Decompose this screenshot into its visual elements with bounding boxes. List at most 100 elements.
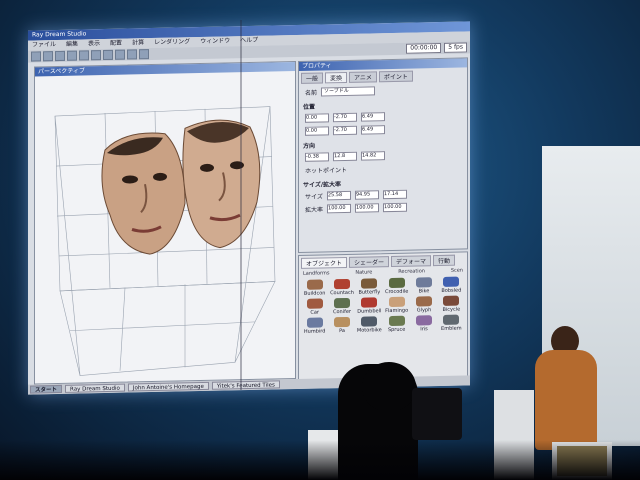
fps-field[interactable]: 5 fps	[444, 42, 467, 53]
menu-arrange[interactable]: 配置	[110, 39, 122, 49]
hotpoint-x-field[interactable]: 0.00	[305, 126, 329, 136]
yaw-field[interactable]: -0.38	[305, 152, 329, 162]
category-scenes[interactable]: Scen	[451, 268, 463, 274]
item-thumb-icon	[415, 277, 432, 288]
library-item-label: Countach	[330, 289, 354, 297]
cube-tool-icon[interactable]	[91, 50, 101, 61]
library-item[interactable]: Spruce	[384, 315, 409, 334]
library-item[interactable]: Bobsled	[439, 276, 464, 294]
scale-y-field[interactable]: 100.00	[355, 203, 380, 213]
perspective-viewport[interactable]: パースペクティブ	[34, 61, 296, 385]
size-z-field[interactable]: 17.14	[382, 189, 407, 200]
menu-help[interactable]: ヘルプ	[240, 36, 258, 46]
item-thumb-icon	[333, 316, 350, 328]
menu-calc[interactable]: 計算	[132, 38, 144, 48]
item-thumb-icon	[306, 298, 323, 309]
taskbar-item-ray-dream[interactable]: Ray Dream Studio	[65, 383, 125, 393]
library-item[interactable]: Conifer	[329, 297, 354, 316]
time-field[interactable]: 00:00:00	[406, 42, 442, 54]
hotpoint-y-field[interactable]: -2.70	[333, 125, 357, 136]
library-item[interactable]: Dumbbell	[357, 297, 382, 315]
item-thumb-icon	[415, 315, 432, 326]
tab-shaders[interactable]: シェーダー	[349, 256, 390, 268]
text-tool-icon[interactable]	[115, 49, 125, 60]
library-item[interactable]: Car	[302, 298, 327, 316]
library-item[interactable]: Butterfly	[357, 278, 382, 296]
category-landforms[interactable]: Landforms	[303, 270, 329, 277]
screen-seam	[240, 20, 242, 390]
menu-edit[interactable]: 編集	[66, 40, 78, 50]
library-item[interactable]: Humbird	[302, 317, 327, 335]
grid-line	[119, 287, 126, 371]
scale-z-field[interactable]: 100.00	[383, 202, 408, 213]
zoom-tool-icon[interactable]	[55, 50, 65, 62]
category-recreation[interactable]: Recreation	[398, 268, 425, 275]
move-tool-icon[interactable]	[67, 50, 77, 61]
pitch-field[interactable]: 12.8	[333, 151, 357, 162]
hotpoint-z-field[interactable]: 6.49	[361, 125, 385, 135]
library-grid: Buildcon Countach Butterfly Crocodile Bi…	[299, 273, 467, 338]
camera-tool-icon[interactable]	[139, 49, 149, 60]
library-item[interactable]: Bicycle	[439, 295, 464, 313]
size-x-field[interactable]: 25.58	[326, 190, 351, 201]
tab-anim[interactable]: アニメ	[349, 71, 377, 83]
menu-view[interactable]: 表示	[88, 39, 100, 49]
library-item-label: Conifer	[332, 308, 351, 316]
menu-window[interactable]: ウィンドウ	[200, 36, 230, 47]
scale-x-field[interactable]: 100.00	[327, 203, 352, 214]
tab-deformers[interactable]: デフォーマ	[391, 255, 432, 268]
item-thumb-icon	[388, 315, 405, 327]
rotate-tool-icon[interactable]	[43, 51, 53, 62]
library-item[interactable]: Crocodile	[384, 277, 409, 296]
library-item[interactable]: Iris	[411, 315, 436, 333]
item-thumb-icon	[333, 278, 350, 290]
library-item-label: Emblem	[441, 325, 462, 332]
light-tool-icon[interactable]	[127, 49, 137, 60]
position-x-field[interactable]: 0.00	[305, 113, 329, 123]
start-button[interactable]: スタート	[30, 384, 63, 394]
library-item[interactable]: Motorbike	[357, 316, 382, 334]
taskbar-item-homepage[interactable]: John Antoine's Homepage	[127, 381, 209, 392]
library-item-label: Humbird	[303, 328, 326, 335]
tab-behaviors[interactable]: 行動	[433, 254, 456, 267]
library-item[interactable]: Flamingo	[384, 296, 409, 315]
object-name-field[interactable]: ソーブドル	[321, 86, 376, 97]
tab-transform[interactable]: 変換	[325, 71, 348, 84]
library-item[interactable]: Pa	[329, 316, 354, 335]
item-thumb-icon	[361, 278, 378, 289]
item-thumb-icon	[443, 276, 460, 287]
tab-points[interactable]: ポイント	[378, 70, 413, 83]
viewport-canvas[interactable]	[35, 71, 295, 383]
category-nature[interactable]: Nature	[355, 269, 372, 275]
taskbar-item-tiles[interactable]: Yitek's Featured Tiles	[211, 380, 280, 390]
item-thumb-icon	[388, 296, 405, 308]
menu-file[interactable]: ファイル	[32, 40, 56, 51]
library-item[interactable]: Countach	[329, 278, 354, 297]
size-y-field[interactable]: 94.95	[354, 190, 379, 200]
item-thumb-icon	[361, 297, 378, 308]
position-z-field[interactable]: 6.49	[361, 112, 385, 122]
library-item-label: Buildcon	[303, 290, 326, 297]
hotpoint-label: ホットポイント	[305, 166, 348, 175]
item-thumb-icon	[415, 296, 432, 307]
roll-field[interactable]: 14.82	[361, 151, 385, 161]
select-tool-icon[interactable]	[31, 51, 41, 62]
library-item-label: Butterfly	[358, 289, 381, 296]
item-thumb-icon	[443, 314, 460, 325]
library-item[interactable]: Buildcon	[302, 279, 327, 297]
library-item[interactable]: Glyph	[411, 296, 436, 314]
cone-tool-icon[interactable]	[103, 49, 113, 61]
object-name-label: 名前	[305, 89, 318, 97]
sphere-tool-icon[interactable]	[79, 50, 89, 61]
face-mask-right	[182, 119, 261, 249]
projector-screen: Ray Dream Studio ファイル 編集 表示 配置 計算 レンダリング…	[28, 21, 470, 395]
tab-objects[interactable]: オブジェクト	[301, 256, 348, 269]
tab-general[interactable]: 一般	[301, 72, 324, 84]
scale-row: 拡大率 100.00 100.00 100.00	[299, 199, 467, 216]
grid-line	[69, 321, 256, 332]
properties-panel: プロパティ 一般 変換 アニメ ポイント 名前 ソーブドル 位置 0.00 -2…	[298, 57, 468, 253]
library-item[interactable]: Emblem	[439, 314, 464, 332]
presenter	[535, 350, 597, 450]
position-y-field[interactable]: -2.70	[333, 112, 357, 123]
library-item[interactable]: Bike	[411, 277, 436, 295]
